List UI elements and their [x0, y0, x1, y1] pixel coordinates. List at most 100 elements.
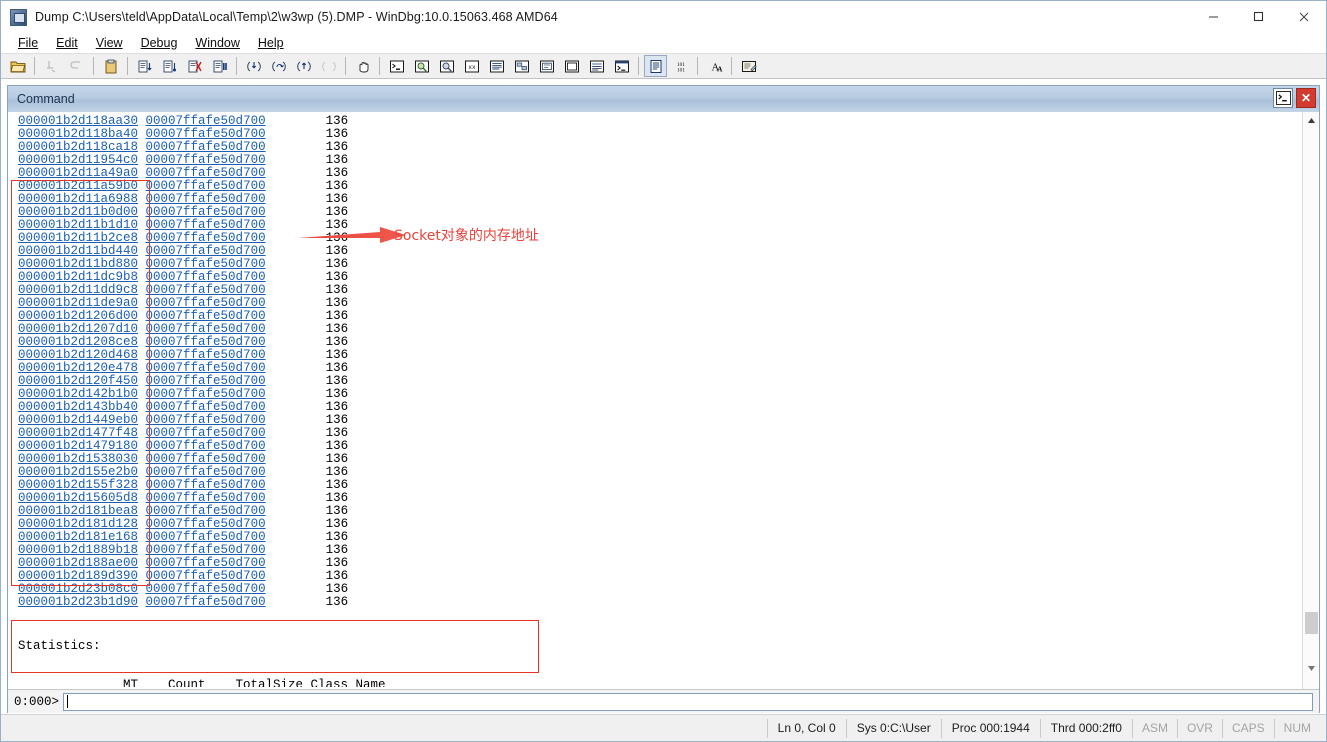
pause-icon[interactable]: [208, 55, 231, 77]
object-address-link[interactable]: 000001b2d1207d10: [18, 322, 138, 336]
line-numbers-icon[interactable]: 101 101: [669, 55, 692, 77]
method-table-link[interactable]: 00007ffafe50d700: [146, 322, 266, 336]
method-table-link[interactable]: 00007ffafe50d700: [146, 582, 266, 596]
registers-window-icon[interactable]: xx: [460, 55, 483, 77]
object-address-link[interactable]: 000001b2d120f450: [18, 374, 138, 388]
object-address-link[interactable]: 000001b2d181e168: [18, 530, 138, 544]
call-stack-icon[interactable]: [510, 55, 533, 77]
menu-item-file[interactable]: File: [9, 35, 47, 51]
method-table-link[interactable]: 00007ffafe50d700: [146, 517, 266, 531]
method-table-link[interactable]: 00007ffafe50d700: [146, 595, 266, 609]
object-address-link[interactable]: 000001b2d23b08c0: [18, 582, 138, 596]
object-address-link[interactable]: 000001b2d11dc9b8: [18, 270, 138, 284]
method-table-link[interactable]: 00007ffafe50d700: [146, 400, 266, 414]
object-address-link[interactable]: 000001b2d11bd880: [18, 257, 138, 271]
method-table-link[interactable]: 00007ffafe50d700: [146, 153, 266, 167]
method-table-link[interactable]: 00007ffafe50d700: [146, 452, 266, 466]
method-table-link[interactable]: 00007ffafe50d700: [146, 283, 266, 297]
object-address-link[interactable]: 000001b2d11b1d10: [18, 218, 138, 232]
maximize-button[interactable]: [1236, 1, 1281, 32]
method-table-link[interactable]: 00007ffafe50d700: [146, 192, 266, 206]
method-table-link[interactable]: 00007ffafe50d700: [146, 140, 266, 154]
method-table-link[interactable]: 00007ffafe50d700: [146, 426, 266, 440]
run-to-cursor-icon[interactable]: [317, 55, 340, 77]
attach-process-icon[interactable]: [40, 55, 63, 77]
method-table-link[interactable]: 00007ffafe50d700: [146, 569, 266, 583]
object-address-link[interactable]: 000001b2d11954c0: [18, 153, 138, 167]
menu-item-edit[interactable]: Edit: [47, 35, 87, 51]
method-table-link[interactable]: 00007ffafe50d700: [146, 361, 266, 375]
clipboard-icon[interactable]: [99, 55, 122, 77]
method-table-link[interactable]: 00007ffafe50d700: [146, 205, 266, 219]
object-address-link[interactable]: 000001b2d189d390: [18, 569, 138, 583]
method-table-link[interactable]: 00007ffafe50d700: [146, 439, 266, 453]
method-table-link[interactable]: 00007ffafe50d700: [146, 270, 266, 284]
object-address-link[interactable]: 000001b2d1538030: [18, 452, 138, 466]
object-address-link[interactable]: 000001b2d120d468: [18, 348, 138, 362]
object-address-link[interactable]: 000001b2d11dd9c8: [18, 283, 138, 297]
break-icon[interactable]: [158, 55, 181, 77]
method-table-link[interactable]: 00007ffafe50d700: [146, 166, 266, 180]
object-address-link[interactable]: 000001b2d143bb40: [18, 400, 138, 414]
object-address-link[interactable]: 000001b2d11a49a0: [18, 166, 138, 180]
object-address-link[interactable]: 000001b2d155f328: [18, 478, 138, 492]
step-over-icon[interactable]: [267, 55, 290, 77]
processes-threads-icon[interactable]: [585, 55, 608, 77]
restart-icon[interactable]: [133, 55, 156, 77]
scroll-up-button[interactable]: [1303, 112, 1319, 129]
hand-pan-icon[interactable]: [351, 55, 374, 77]
disassembly-icon[interactable]: [535, 55, 558, 77]
object-address-link[interactable]: 000001b2d11b0d00: [18, 205, 138, 219]
method-table-link[interactable]: 00007ffafe50d700: [146, 530, 266, 544]
object-address-link[interactable]: 000001b2d11de9a0: [18, 296, 138, 310]
memory-window-icon[interactable]: [485, 55, 508, 77]
menu-item-debug[interactable]: Debug: [132, 35, 187, 51]
scrollbar-thumb[interactable]: [1305, 612, 1318, 634]
watch-window-icon[interactable]: [410, 55, 433, 77]
object-address-link[interactable]: 000001b2d15605d8: [18, 491, 138, 505]
method-table-link[interactable]: 00007ffafe50d700: [146, 556, 266, 570]
detach-icon[interactable]: [65, 55, 88, 77]
menu-item-window[interactable]: Window: [186, 35, 248, 51]
object-address-link[interactable]: 000001b2d11b2ce8: [18, 231, 138, 245]
command-window-icon[interactable]: [385, 55, 408, 77]
method-table-link[interactable]: 00007ffafe50d700: [146, 413, 266, 427]
object-address-link[interactable]: 000001b2d118aa30: [18, 114, 138, 128]
method-table-link[interactable]: 00007ffafe50d700: [146, 335, 266, 349]
locals-window-icon[interactable]: [435, 55, 458, 77]
method-table-link[interactable]: 00007ffafe50d700: [146, 218, 266, 232]
object-address-link[interactable]: 000001b2d118ca18: [18, 140, 138, 154]
object-address-link[interactable]: 000001b2d1206d00: [18, 309, 138, 323]
method-table-link[interactable]: 00007ffafe50d700: [146, 504, 266, 518]
command-browser-icon[interactable]: [610, 55, 633, 77]
menu-item-help[interactable]: Help: [249, 35, 293, 51]
object-address-link[interactable]: 000001b2d118ba40: [18, 127, 138, 141]
source-mode-icon[interactable]: [644, 55, 667, 77]
method-table-link[interactable]: 00007ffafe50d700: [146, 114, 266, 128]
step-into-icon[interactable]: [242, 55, 265, 77]
method-table-link[interactable]: 00007ffafe50d700: [146, 348, 266, 362]
open-dump-icon[interactable]: [6, 55, 29, 77]
scroll-down-button[interactable]: [1303, 660, 1319, 677]
method-table-link[interactable]: 00007ffafe50d700: [146, 491, 266, 505]
method-table-link[interactable]: 00007ffafe50d700: [146, 309, 266, 323]
method-table-link[interactable]: 00007ffafe50d700: [146, 478, 266, 492]
method-table-link[interactable]: 00007ffafe50d700: [146, 543, 266, 557]
method-table-link[interactable]: 00007ffafe50d700: [146, 127, 266, 141]
object-address-link[interactable]: 000001b2d1449eb0: [18, 413, 138, 427]
object-address-link[interactable]: 000001b2d1479180: [18, 439, 138, 453]
object-address-link[interactable]: 000001b2d188ae00: [18, 556, 138, 570]
method-table-link[interactable]: 00007ffafe50d700: [146, 231, 266, 245]
object-address-link[interactable]: 000001b2d11a6988: [18, 192, 138, 206]
command-input[interactable]: [63, 692, 1313, 711]
command-output-text[interactable]: 000001b2d118aa30 00007ffafe50d700 136 000…: [8, 112, 1298, 687]
close-button[interactable]: [1281, 1, 1326, 32]
notes-icon[interactable]: [737, 55, 760, 77]
minimize-button[interactable]: [1191, 1, 1236, 32]
object-address-link[interactable]: 000001b2d11a59b0: [18, 179, 138, 193]
method-table-link[interactable]: 00007ffafe50d700: [146, 244, 266, 258]
output-vertical-scrollbar[interactable]: [1302, 112, 1319, 713]
object-address-link[interactable]: 000001b2d1208ce8: [18, 335, 138, 349]
command-pane-close-button[interactable]: ✕: [1296, 88, 1316, 108]
method-table-link[interactable]: 00007ffafe50d700: [146, 465, 266, 479]
